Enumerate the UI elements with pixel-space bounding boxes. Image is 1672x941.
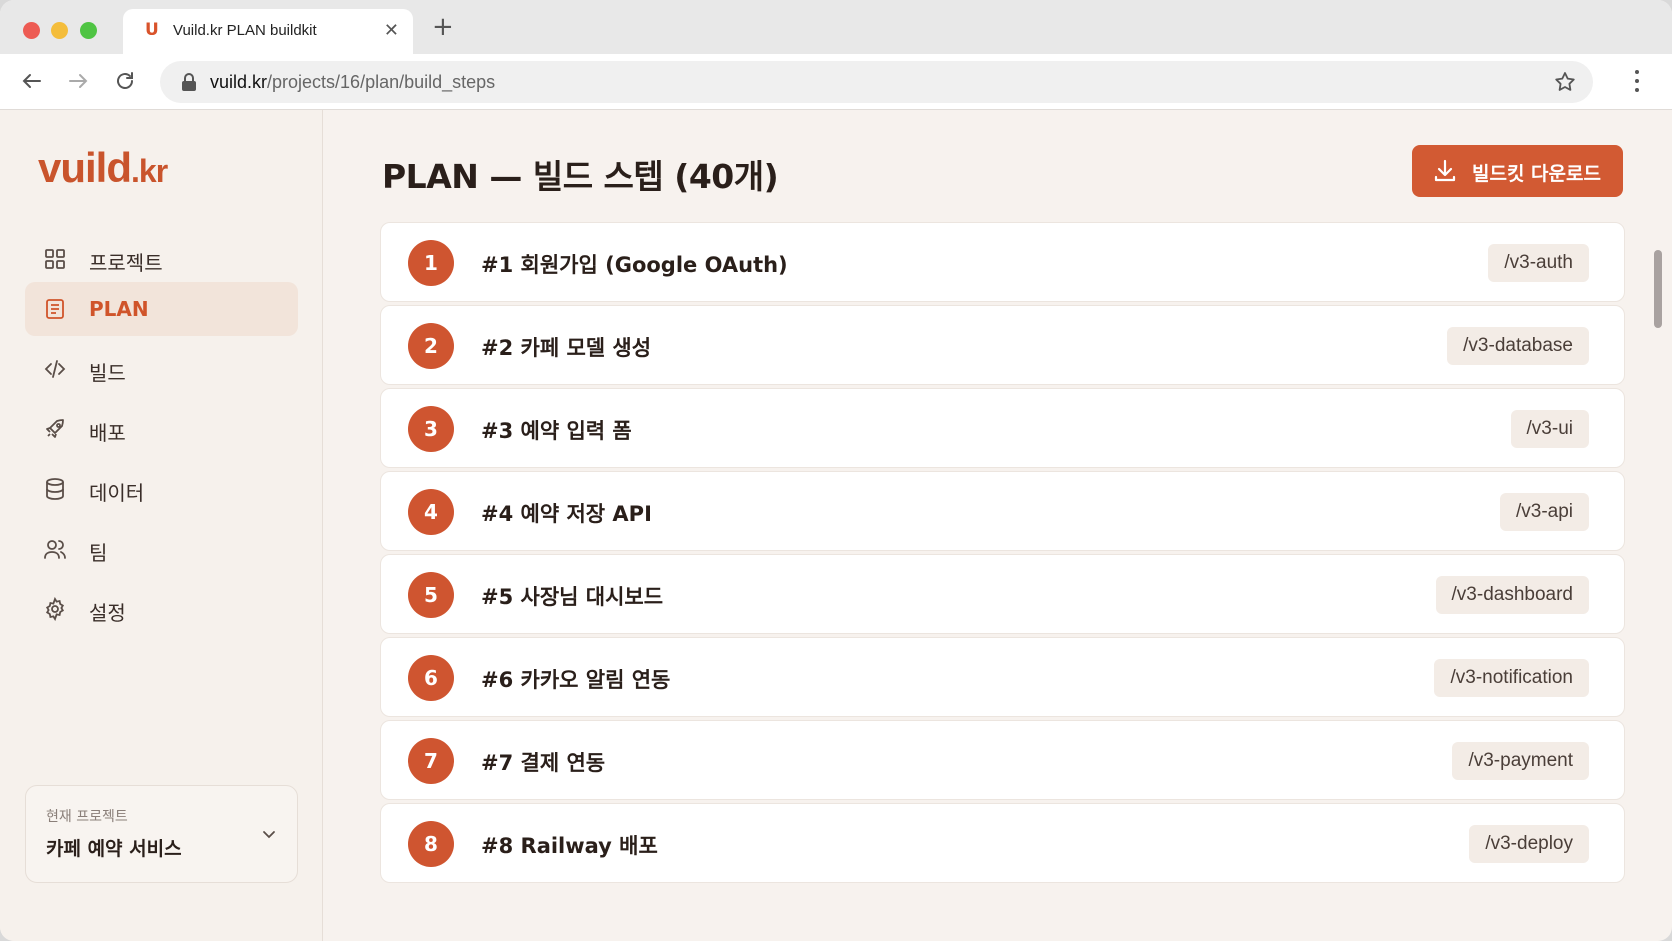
step-command-tag: /v3-ui (1510, 410, 1589, 448)
step-row[interactable]: 1 #1 회원가입 (Google OAuth) /v3-auth (380, 222, 1625, 302)
logo-main: vuild (38, 144, 132, 191)
step-command-tag: /v3-dashboard (1435, 576, 1589, 614)
database-icon (46, 478, 64, 500)
minimize-window-button[interactable] (51, 22, 68, 39)
close-window-button[interactable] (23, 22, 40, 39)
sidebar-item-team[interactable]: 팀 (25, 522, 298, 576)
lock-icon (182, 73, 196, 91)
back-button[interactable] (17, 66, 47, 96)
sidebar: vuild.kr 프로젝트 PLAN 빌드 배포 데이터 팀 설정 현재 프로젝… (0, 110, 323, 941)
step-row[interactable]: 8 #8 Railway 배포 /v3-deploy (380, 803, 1625, 883)
sidebar-item-projects[interactable]: 프로젝트 (25, 232, 298, 286)
step-row[interactable]: 4 #4 예약 저장 API /v3-api (380, 471, 1625, 551)
step-title: #2 카페 모델 생성 (481, 336, 652, 360)
sidebar-item-settings[interactable]: 설정 (25, 582, 298, 636)
more-menu-icon[interactable] (1634, 68, 1640, 94)
step-command-tag: /v3-deploy (1469, 825, 1589, 863)
address-bar[interactable]: vuild.kr/projects/16/plan/build_steps (160, 61, 1593, 103)
document-icon (46, 299, 64, 319)
favicon-icon: U (145, 20, 159, 40)
sidebar-item-data[interactable]: 데이터 (25, 462, 298, 516)
build-steps-list: 1 #1 회원가입 (Google OAuth) /v3-auth 2 #2 카… (380, 222, 1625, 886)
step-title: #5 사장님 대시보드 (481, 585, 664, 609)
step-number-badge: 4 (408, 489, 454, 535)
url-text: vuild.kr/projects/16/plan/build_steps (210, 72, 495, 93)
tab-close-icon[interactable]: ✕ (384, 20, 399, 41)
step-number-badge: 6 (408, 655, 454, 701)
step-command-tag: /v3-auth (1488, 244, 1589, 282)
step-command-tag: /v3-api (1499, 493, 1589, 531)
rocket-icon (46, 419, 64, 438)
step-row[interactable]: 3 #3 예약 입력 폼 /v3-ui (380, 388, 1625, 468)
step-number-badge: 2 (408, 323, 454, 369)
sidebar-item-plan[interactable]: PLAN (25, 282, 298, 336)
arrow-left-icon (22, 74, 41, 88)
step-command-tag: /v3-notification (1434, 659, 1589, 697)
step-number-badge: 3 (408, 406, 454, 452)
project-name: 카페 예약 서비스 (46, 838, 182, 860)
sidebar-item-build[interactable]: 빌드 (25, 342, 298, 396)
sidebar-item-label: 빌드 (89, 361, 126, 385)
reload-icon (117, 72, 133, 89)
step-number-badge: 7 (408, 738, 454, 784)
reload-button[interactable] (110, 66, 140, 96)
step-row[interactable]: 2 #2 카페 모델 생성 /v3-database (380, 305, 1625, 385)
code-icon (44, 360, 66, 378)
project-caption: 현재 프로젝트 (46, 809, 128, 825)
new-tab-button[interactable]: + (432, 14, 454, 40)
download-label: 빌드킷 다운로드 (1472, 163, 1601, 185)
browser-tab[interactable]: U Vuild.kr PLAN buildkit ✕ (123, 9, 413, 54)
maximize-window-button[interactable] (80, 22, 97, 39)
step-row[interactable]: 6 #6 카카오 알림 연동 /v3-notification (380, 637, 1625, 717)
main-content: PLAN — 빌드 스텝 (40개) 빌드킷 다운로드 1 #1 회원가입 (G… (324, 110, 1672, 941)
page-title: PLAN — 빌드 스텝 (40개) (382, 157, 779, 196)
gear-icon (45, 597, 65, 621)
step-number-badge: 5 (408, 572, 454, 618)
step-command-tag: /v3-payment (1452, 742, 1589, 780)
tab-title: Vuild.kr PLAN buildkit (173, 22, 317, 39)
sidebar-item-label: 데이터 (89, 481, 145, 505)
logo[interactable]: vuild.kr (38, 144, 168, 192)
url-path: /projects/16/plan/build_steps (267, 72, 496, 92)
download-buildkit-button[interactable]: 빌드킷 다운로드 (1412, 145, 1623, 197)
step-number-badge: 8 (408, 821, 454, 867)
project-selector[interactable]: 현재 프로젝트 카페 예약 서비스 (25, 785, 298, 883)
sidebar-item-deploy[interactable]: 배포 (25, 402, 298, 456)
step-title: #3 예약 입력 폼 (481, 419, 632, 443)
sidebar-item-label: PLAN (89, 297, 149, 321)
step-title: #8 Railway 배포 (481, 834, 658, 858)
step-row[interactable]: 5 #5 사장님 대시보드 /v3-dashboard (380, 554, 1625, 634)
scrollbar-thumb[interactable] (1654, 250, 1662, 328)
users-icon (44, 540, 66, 559)
step-title: #7 결제 연동 (481, 751, 606, 775)
download-icon (1434, 159, 1456, 182)
step-command-tag: /v3-database (1447, 327, 1589, 365)
step-title: #1 회원가입 (Google OAuth) (481, 253, 788, 277)
sidebar-item-label: 팀 (89, 541, 108, 565)
step-row[interactable]: 7 #7 결제 연동 /v3-payment (380, 720, 1625, 800)
bookmark-star-icon[interactable] (1553, 70, 1577, 94)
step-title: #6 카카오 알림 연동 (481, 668, 671, 692)
sidebar-item-label: 설정 (89, 601, 126, 625)
forward-button[interactable] (63, 66, 93, 96)
url-host: vuild.kr (210, 72, 268, 92)
browser-toolbar: vuild.kr/projects/16/plan/build_steps (0, 54, 1672, 110)
browser-window: U Vuild.kr PLAN buildkit ✕ + vuild.kr/pr… (0, 0, 1672, 941)
sidebar-item-label: 프로젝트 (89, 251, 163, 275)
step-number-badge: 1 (408, 240, 454, 286)
logo-tld: .kr (131, 153, 168, 189)
step-title: #4 예약 저장 API (481, 502, 652, 526)
arrow-right-icon (69, 74, 88, 88)
tab-strip: U Vuild.kr PLAN buildkit ✕ + (0, 0, 1672, 54)
grid-icon (45, 249, 65, 269)
chevron-down-icon (263, 831, 275, 839)
sidebar-item-label: 배포 (89, 421, 126, 445)
